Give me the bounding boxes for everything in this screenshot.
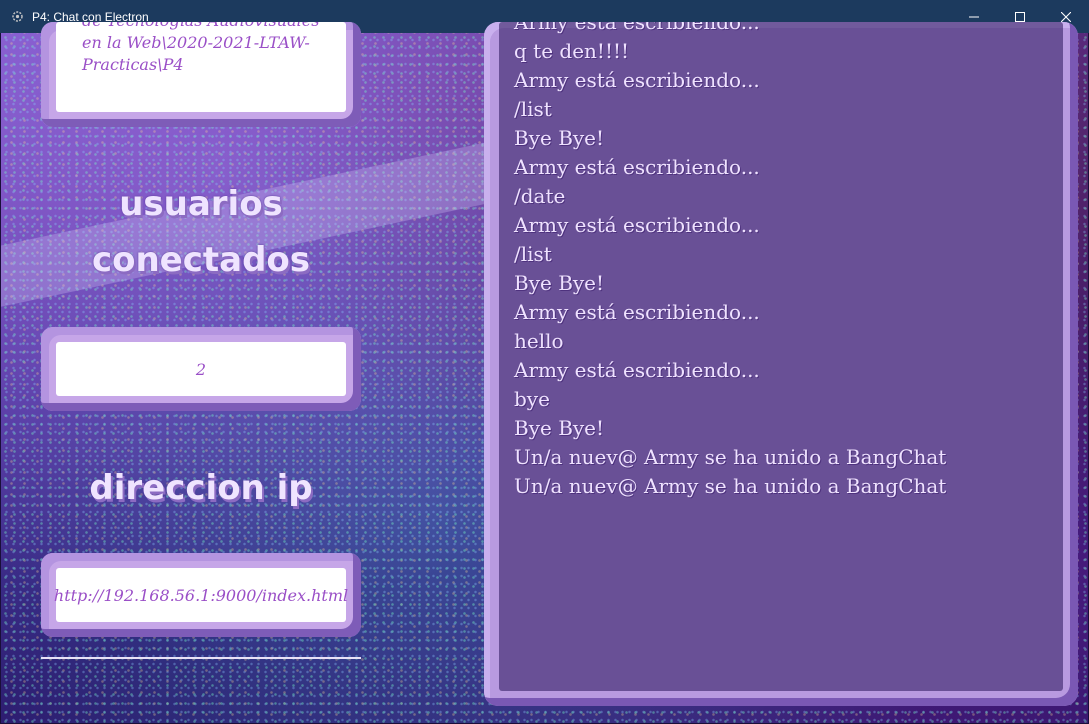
chat-message: Army está escribiendo... — [514, 22, 760, 34]
chat-panel: Army está escribiendo... q te den!!!! Army… — [484, 22, 1078, 706]
path-text: de Tecnologías Audiovisuales en la Web\2… — [82, 22, 319, 74]
minimize-icon — [969, 16, 979, 17]
chat-message: /list — [514, 242, 552, 266]
electron-gear-icon — [10, 10, 24, 24]
divider — [41, 657, 361, 659]
path-card: de Tecnologías Audiovisuales en la Web\2… — [41, 22, 361, 127]
chat-message: Army está escribiendo... — [514, 155, 760, 179]
chat-message: Army está escribiendo... — [514, 300, 760, 324]
chat-message: Army está escribiendo... — [514, 358, 760, 382]
users-count: 2 — [56, 342, 346, 396]
close-icon — [1061, 11, 1071, 22]
chat-message: Bye Bye! — [514, 126, 605, 150]
ip-url[interactable]: http://192.168.56.1:9000/index.html — [54, 568, 348, 622]
chat-message-list: Army está escribiendo... q te den!!!! Army… — [514, 22, 1053, 501]
ip-card: http://192.168.56.1:9000/index.html — [41, 553, 361, 637]
chat-message: Army está escribiendo... — [514, 213, 760, 237]
chat-message: bye — [514, 387, 550, 411]
users-card: 2 — [41, 327, 361, 411]
chat-message: Bye Bye! — [514, 271, 605, 295]
ip-heading: direccion ip — [89, 468, 313, 508]
chat-message: Bye Bye! — [514, 416, 605, 440]
maximize-icon — [1015, 11, 1025, 22]
chat-message: Un/a nuev@ Army se ha unido a BangChat — [514, 474, 947, 498]
chat-message: /list — [514, 97, 552, 121]
chat-display[interactable]: Army está escribiendo... q te den!!!! Army… — [499, 22, 1063, 691]
chat-message: Un/a nuev@ Army se ha unido a BangChat — [514, 445, 947, 469]
chat-message: hello — [514, 329, 564, 353]
users-heading: usuarios conectados — [91, 184, 311, 280]
chat-message: q te den!!!! — [514, 39, 630, 63]
path-box: de Tecnologías Audiovisuales en la Web\2… — [56, 22, 346, 112]
chat-message: /date — [514, 184, 566, 208]
chat-message: Army está escribiendo... — [514, 68, 760, 92]
